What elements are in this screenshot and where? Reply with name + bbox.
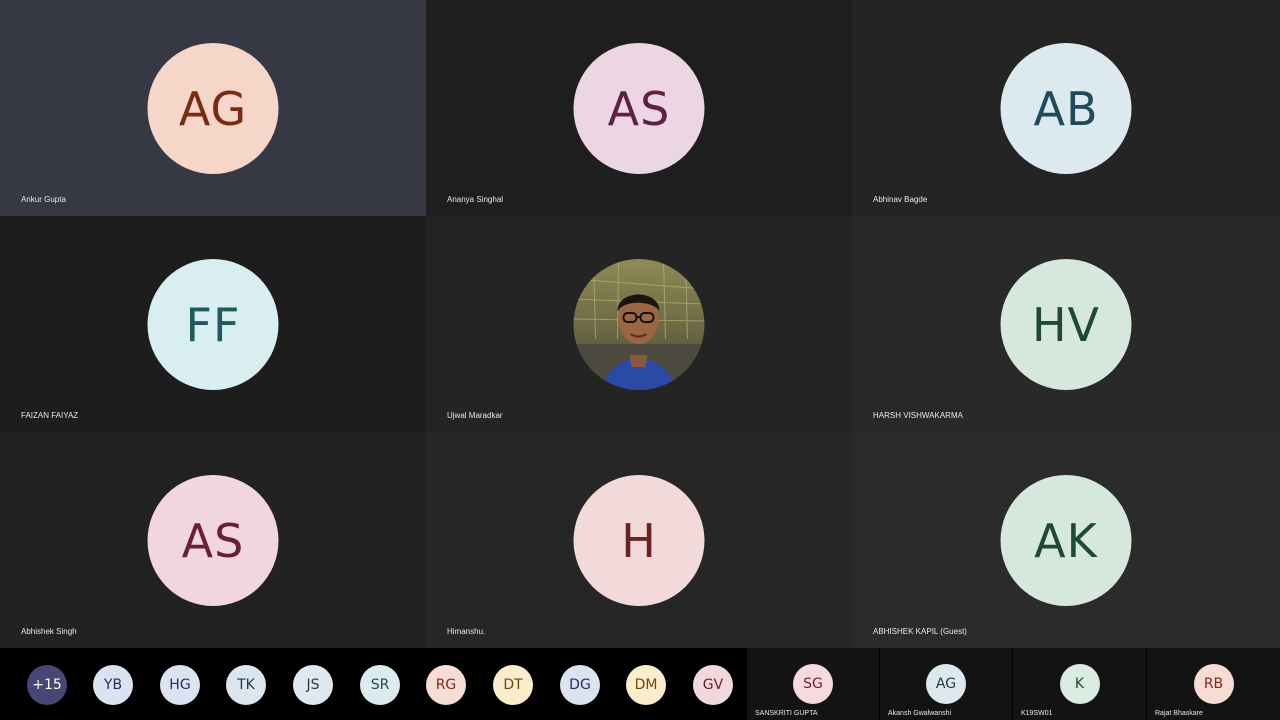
avatar: AB (1000, 43, 1132, 174)
overflow-avatar-strip: +15 YB HG TK JS SR RG DT DG DM GV (0, 648, 746, 720)
participant-tile[interactable]: AK ABHISHEK KAPIL (Guest) (852, 432, 1280, 648)
avatar-chip[interactable]: SR (360, 665, 400, 705)
participant-name: Ankur Gupta (21, 195, 66, 204)
video-grid: AG Ankur Gupta AS Ananya Singhal AB Abhi… (0, 0, 1280, 648)
participant-overflow-bar: +15 YB HG TK JS SR RG DT DG DM GV SG SAN… (0, 648, 1280, 720)
participant-name: Ananya Singhal (447, 195, 504, 204)
avatar-chip[interactable]: DG (560, 665, 600, 705)
profile-photo (573, 259, 705, 390)
avatar-chip: SG (793, 664, 833, 704)
avatar: HV (1000, 259, 1132, 390)
participant-tile[interactable]: AG Ankur Gupta (0, 0, 426, 216)
participant-name: SANSKRITI GUPTA (755, 710, 818, 717)
avatar-chip[interactable]: RG (426, 665, 466, 705)
participant-tile[interactable]: AB Abhinav Bagde (852, 0, 1280, 216)
participant-name: HARSH VISHWAKARMA (873, 411, 963, 420)
participant-name: Akansh Gwalwanshi (888, 710, 952, 717)
avatar-chip[interactable]: TK (226, 665, 266, 705)
participant-name: Himanshu. (447, 627, 486, 636)
participant-name: K19SW01 (1021, 710, 1053, 717)
participant-name: Ujwal Maradkar (447, 411, 503, 420)
avatar-chip[interactable]: YB (93, 665, 133, 705)
participant-tile[interactable]: AS Ananya Singhal (426, 0, 852, 216)
participant-name: Abhinav Bagde (873, 195, 928, 204)
more-participants-button[interactable]: +15 (27, 665, 67, 705)
participant-tile[interactable]: FF FAIZAN FAIYAZ (0, 216, 426, 432)
participant-tile[interactable]: HV HARSH VISHWAKARMA (852, 216, 1280, 432)
avatar-chip[interactable]: HG (160, 665, 200, 705)
avatar-chip: AG (926, 664, 966, 704)
participant-tile[interactable]: Ujwal Maradkar (426, 216, 852, 432)
mini-participant-tile[interactable]: AG Akansh Gwalwanshi (880, 648, 1012, 720)
participant-tile[interactable]: H Himanshu. (426, 432, 852, 648)
participant-name: Rajat Bhaskare (1155, 710, 1203, 717)
avatar-chip: K (1059, 664, 1100, 704)
mini-participant-tile[interactable]: RB Rajat Bhaskare (1147, 648, 1280, 720)
avatar: FF (147, 259, 279, 390)
person-photo-icon (573, 259, 705, 390)
avatar-chip[interactable]: DM (626, 665, 666, 705)
participant-name: ABHISHEK KAPIL (Guest) (873, 627, 967, 636)
avatar-chip[interactable]: DT (493, 665, 533, 705)
participant-name: FAIZAN FAIYAZ (21, 411, 79, 420)
avatar: AG (147, 43, 279, 174)
avatar-chip[interactable]: GV (693, 665, 733, 705)
participant-name: Abhishek Singh (21, 627, 77, 636)
avatar-chip: RB (1193, 664, 1234, 704)
participant-tile[interactable]: AS Abhishek Singh (0, 432, 426, 648)
avatar: AS (573, 43, 705, 174)
avatar: H (573, 475, 705, 606)
mini-participant-tile[interactable]: K K19SW01 (1013, 648, 1146, 720)
mini-participant-tile[interactable]: SG SANSKRITI GUPTA (747, 648, 879, 720)
avatar: AK (1000, 475, 1132, 606)
avatar-chip[interactable]: JS (293, 665, 333, 705)
avatar: AS (147, 475, 279, 606)
